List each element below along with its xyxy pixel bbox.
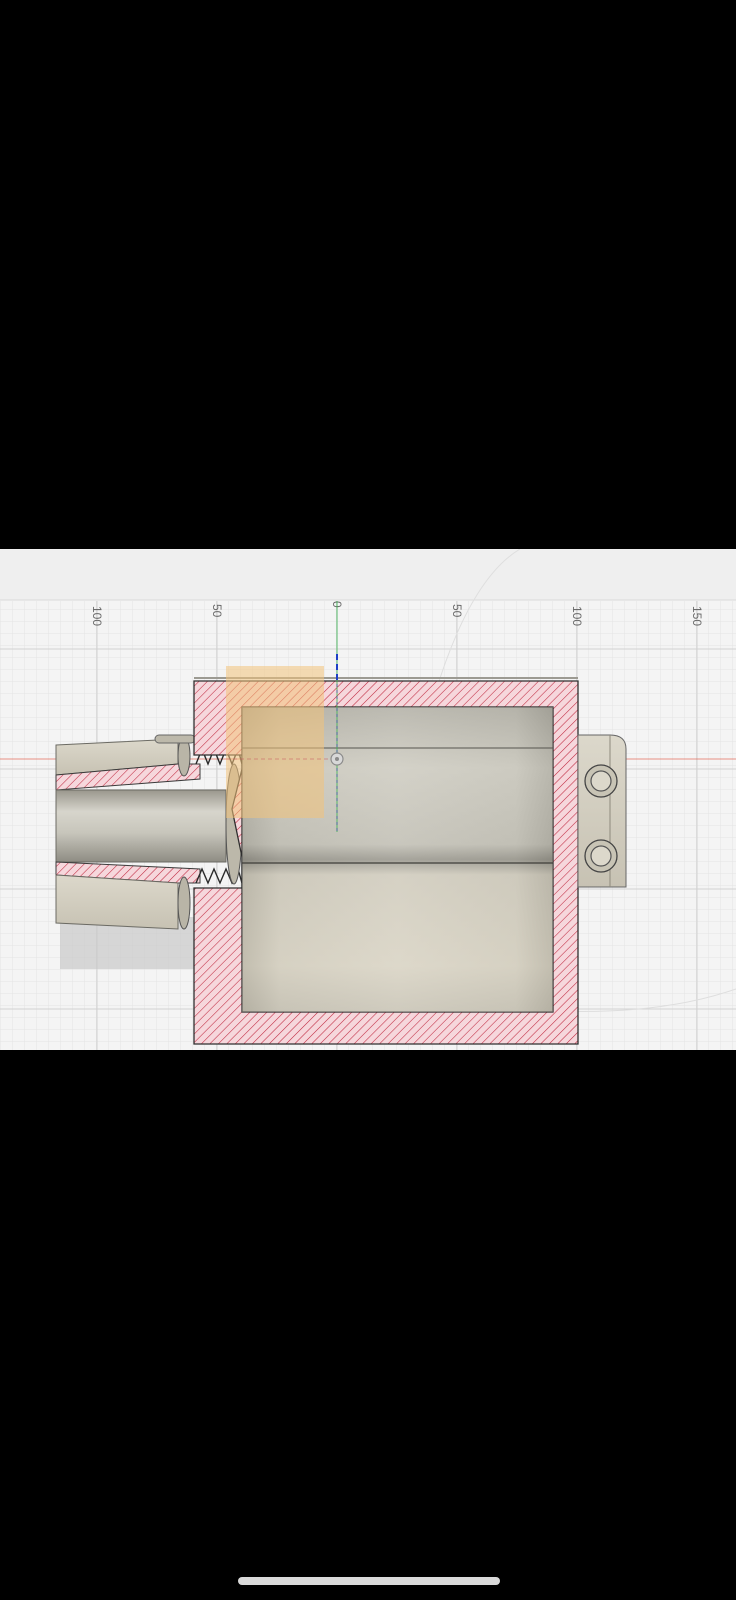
origin-point-icon[interactable] xyxy=(330,752,344,766)
ruler-label-50: 50 xyxy=(450,604,464,618)
selection-box[interactable] xyxy=(226,666,324,818)
ruler-label-neg50: 50 xyxy=(210,604,224,618)
home-indicator[interactable] xyxy=(238,1577,500,1585)
viewport-canvas[interactable]: 100 50 0 50 100 150 xyxy=(0,549,736,1050)
ruler-label-150: 150 xyxy=(690,606,704,626)
mounting-bracket[interactable] xyxy=(577,734,627,888)
viewport-top-band xyxy=(0,549,736,600)
bottom-letterbox xyxy=(0,1050,736,1600)
cad-viewport[interactable]: 100 50 0 50 100 150 xyxy=(0,549,736,1050)
top-letterbox xyxy=(0,0,736,549)
ruler-label-neg100: 100 xyxy=(90,606,104,626)
ruler-label-100: 100 xyxy=(570,606,584,626)
